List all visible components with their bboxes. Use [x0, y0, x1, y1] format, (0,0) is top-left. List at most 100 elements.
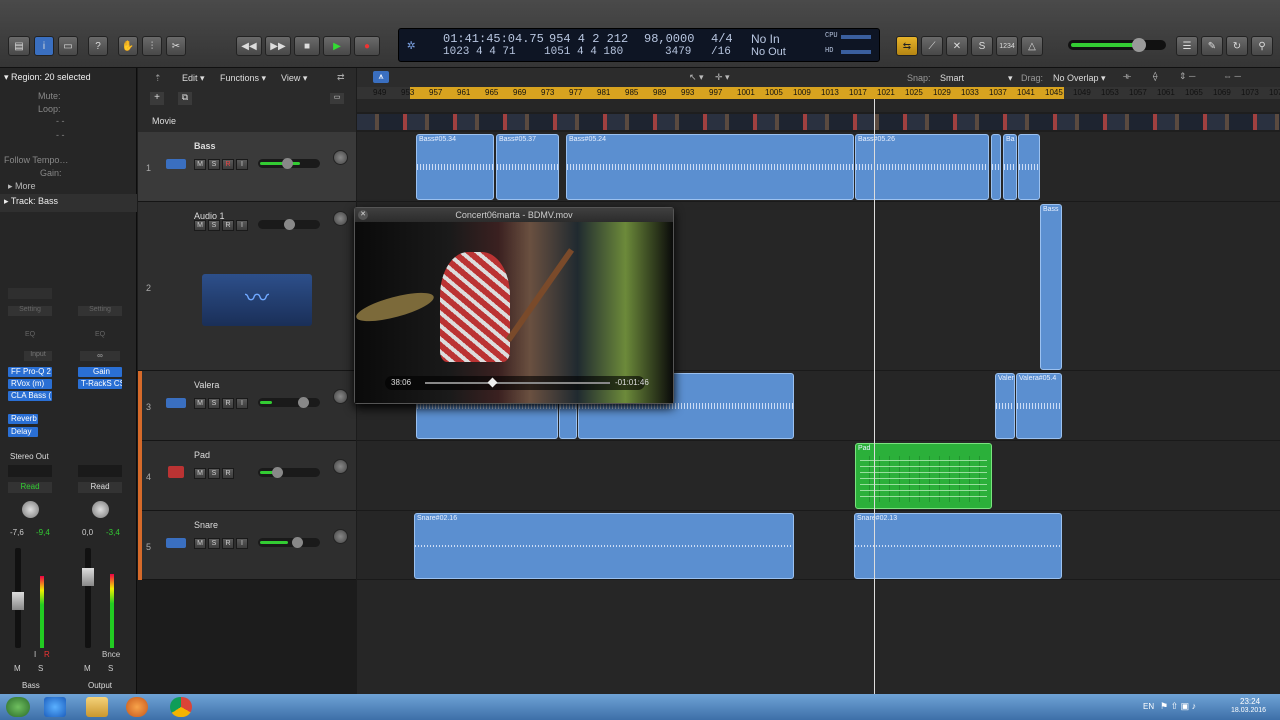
bounce-button[interactable]: Bnce — [102, 650, 120, 659]
bar-ruler[interactable]: 949 953 957 961 965 969 973 977 981 985 989 993 997 1… — [357, 87, 1280, 99]
track-4-pan-knob[interactable] — [333, 459, 348, 474]
send-delay[interactable]: Delay — [8, 427, 38, 437]
functions-menu[interactable]: Functions ▾ — [220, 73, 266, 84]
track-1-pan-knob[interactable] — [333, 150, 348, 165]
library-icon[interactable]: ▤ — [8, 36, 30, 56]
track-inspector-header[interactable]: ▸ Track: Bass — [0, 194, 137, 212]
record-button[interactable]: R — [222, 538, 234, 549]
track-5-pan-knob[interactable] — [333, 529, 348, 544]
movie-controls[interactable]: 38:06 -01:01:46 — [385, 376, 649, 390]
movie-scrubber[interactable] — [425, 382, 610, 384]
track-1-volume[interactable] — [258, 158, 320, 169]
input-slot[interactable]: Input — [24, 351, 52, 361]
autopunch-icon[interactable]: ✕ — [946, 36, 968, 56]
automation-read-1[interactable]: Read — [8, 482, 52, 493]
pointer-tool-icon[interactable]: ↖ ▾ — [689, 72, 704, 83]
send-reverb[interactable]: Reverb — [8, 414, 38, 424]
play-icon[interactable]: ▶ — [323, 36, 351, 56]
notepad-icon[interactable]: ✎ — [1201, 36, 1223, 56]
solo-button[interactable]: S — [208, 159, 220, 170]
loop-browser-icon[interactable]: ↻ — [1226, 36, 1248, 56]
vertical-zoom-icon[interactable]: ⟠ — [1153, 71, 1157, 82]
group-slot-2[interactable] — [78, 465, 122, 477]
replace-icon[interactable]: ⟋ — [921, 36, 943, 56]
region-bass-0524[interactable]: Bass#05.24 — [566, 134, 854, 200]
view-menu[interactable]: View ▾ — [281, 73, 307, 84]
eq-button-2[interactable]: EQ — [78, 331, 122, 341]
setting-button-2[interactable]: Setting — [78, 306, 122, 316]
catch-icon[interactable]: ⇄ — [337, 72, 345, 83]
input-monitor-button[interactable]: I — [236, 159, 248, 170]
track-3-volume[interactable] — [258, 397, 320, 408]
lane-snare[interactable]: Snare#02.16 Snare#02.13 — [357, 511, 1280, 580]
internet-explorer-icon[interactable] — [44, 697, 66, 717]
solo-button[interactable]: S — [208, 538, 220, 549]
fader-cap-1[interactable] — [12, 592, 24, 610]
record-button[interactable]: R — [222, 159, 234, 170]
input-monitor-button[interactable]: I — [236, 398, 248, 409]
fader-cap-2[interactable] — [82, 568, 94, 586]
zoom-h-slider[interactable]: ⇔ ─ — [1223, 71, 1241, 81]
editors-icon[interactable]: ✂ — [166, 36, 186, 56]
chrome-icon[interactable] — [170, 697, 192, 717]
track-header-audio1[interactable]: 2 Audio 1 MSRI 〰 — [138, 202, 356, 371]
solo-button[interactable]: S — [208, 220, 220, 231]
region-bass-tail[interactable]: Bass — [1040, 204, 1062, 370]
output-slot[interactable]: Stereo Out — [10, 452, 49, 461]
input-monitor-button[interactable]: I — [34, 650, 36, 659]
mixer-icon[interactable]: ⫶ — [142, 36, 162, 56]
automation-read-2[interactable]: Read — [78, 482, 122, 493]
solo-icon[interactable]: S — [971, 36, 993, 56]
mute-button-2[interactable]: M — [84, 664, 91, 673]
smart-controls-icon[interactable]: ✋ — [118, 36, 138, 56]
track-header-valera[interactable]: 3 Valera MSRI — [138, 371, 356, 441]
clock-time[interactable]: 23:24 — [1240, 697, 1260, 706]
record-icon[interactable]: ● — [354, 36, 380, 56]
tray-icons[interactable]: ⚑ ⇧ ▣ ♪ — [1160, 701, 1196, 712]
lcd-gear-icon[interactable]: ✲ — [407, 37, 415, 54]
region-inspector-header[interactable]: ▾ Region: 20 selected — [4, 72, 141, 83]
track-name-4[interactable]: Pad — [194, 450, 210, 460]
pan-knob-1[interactable] — [22, 501, 39, 518]
record-enable-button[interactable]: R — [44, 650, 50, 659]
add-track-icon[interactable]: + — [150, 92, 164, 105]
mute-button[interactable]: M — [194, 538, 206, 549]
solo-button[interactable]: S — [208, 398, 220, 409]
setting-button-1[interactable]: Setting — [8, 306, 52, 316]
scrubber-thumb[interactable] — [487, 377, 498, 388]
region-bass-0526[interactable]: Bass#05.26 — [855, 134, 989, 200]
movie-window[interactable]: Concert06marta - BDMV.mov ✕ 38:06 -01:01… — [353, 207, 674, 404]
edit-menu[interactable]: Edit ▾ — [182, 73, 205, 84]
plugin-slot-3[interactable]: CLA Bass ( — [8, 391, 52, 401]
lane-bass[interactable]: Bass#05.34 Bass#05.37 Bass#05.24 Bass#05… — [357, 132, 1280, 202]
fader-track-2[interactable] — [82, 548, 94, 648]
region-bass-small-1[interactable] — [991, 134, 1001, 200]
record-button[interactable]: R — [222, 220, 234, 231]
flex-icon[interactable]: ⩚ — [373, 71, 389, 83]
close-icon[interactable]: ✕ — [358, 210, 368, 220]
lane-pad[interactable]: Pad — [357, 441, 1280, 511]
record-button[interactable]: R — [222, 468, 234, 479]
media-player-icon[interactable] — [126, 697, 148, 717]
group-slot-1[interactable] — [8, 465, 52, 477]
input-monitor-button[interactable]: I — [236, 538, 248, 549]
eq-button-1[interactable]: EQ — [8, 331, 52, 341]
clock-date[interactable]: 18.03.2016 — [1231, 707, 1266, 714]
back-icon[interactable]: ⇡ — [154, 73, 162, 84]
snap-dropdown[interactable]: Smart ▾ — [940, 73, 1013, 84]
region-bass-small-3[interactable] — [1018, 134, 1040, 200]
plugin-slot-2[interactable]: RVox (m) — [8, 379, 52, 389]
track-header-bass[interactable]: 1 Bass MSRI — [138, 132, 356, 202]
track-name-1[interactable]: Bass — [194, 141, 216, 151]
cycle-icon[interactable]: ⇆ — [896, 36, 918, 56]
mute-button[interactable]: M — [194, 468, 206, 479]
track-name-5[interactable]: Snare — [194, 520, 218, 530]
link-icon[interactable]: ∞ — [80, 351, 120, 361]
count-in-button[interactable]: 1234 — [996, 36, 1018, 56]
drag-dropdown[interactable]: No Overlap ▾ — [1053, 73, 1106, 84]
mute-button[interactable]: M — [194, 159, 206, 170]
track-header-pad[interactable]: 4 Pad MSR — [138, 441, 356, 511]
lcd-display[interactable]: ✲ 01:41:45:04.75 1023 4 4 71 954 4 2 212… — [398, 28, 880, 62]
zoom-v-slider[interactable]: ⇕ ─ — [1179, 71, 1195, 82]
plugin-slot-output-2[interactable]: T-RackS CS — [78, 379, 122, 389]
